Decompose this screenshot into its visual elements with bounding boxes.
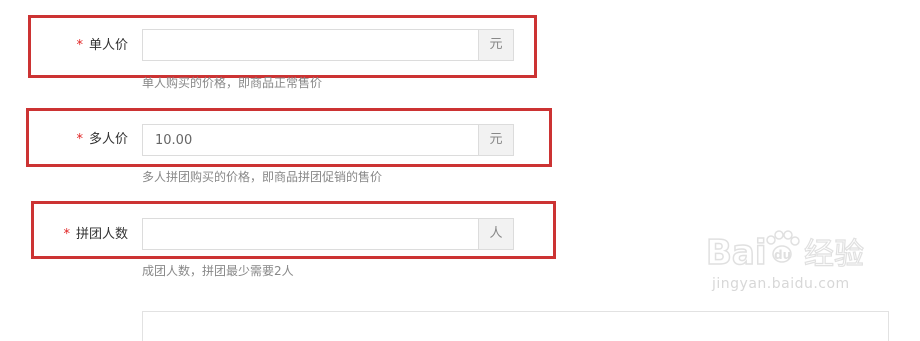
baidu-jingyan-watermark: Bai du 经验 jingyan.baidu.com xyxy=(704,218,904,298)
field-label-single-price: * 单人价 xyxy=(76,38,128,53)
next-field-input[interactable] xyxy=(142,311,889,341)
watermark-url: jingyan.baidu.com xyxy=(712,276,850,292)
group-size-input[interactable] xyxy=(143,219,480,249)
currency-suffix: 元 xyxy=(478,30,513,60)
required-mark: * xyxy=(76,38,83,53)
svg-text:du: du xyxy=(774,248,791,262)
svg-text:Bai: Bai xyxy=(706,233,767,273)
field-label-group-size: * 拼团人数 xyxy=(63,227,128,242)
group-price-hint: 多人拼团购买的价格，即商品拼团促销的售价 xyxy=(142,170,383,184)
field-label-group-price: * 多人价 xyxy=(76,132,128,147)
group-size-input-group: 人 xyxy=(142,218,514,250)
single-price-input[interactable] xyxy=(143,30,480,60)
svg-text:经验: 经验 xyxy=(804,237,864,272)
people-suffix: 人 xyxy=(478,219,513,249)
single-price-hint: 单人购买的价格，即商品正常售价 xyxy=(142,76,323,90)
currency-suffix: 元 xyxy=(478,125,513,155)
required-mark: * xyxy=(63,227,70,242)
group-price-input-group: 元 xyxy=(142,124,514,156)
single-price-input-group: 元 xyxy=(142,29,514,61)
baidu-logo-icon: Bai du 经验 xyxy=(705,230,865,274)
group-size-hint: 成团人数，拼团最少需要2人 xyxy=(142,264,294,278)
group-price-input[interactable] xyxy=(143,125,480,155)
required-mark: * xyxy=(76,132,83,147)
